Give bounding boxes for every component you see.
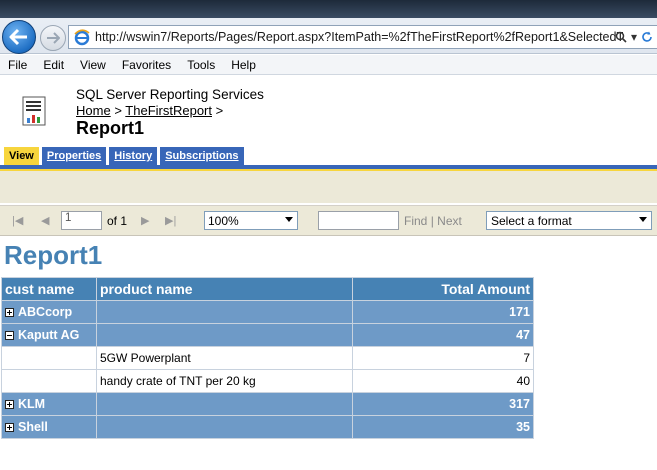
- zoom-value: 100%: [208, 213, 239, 228]
- menu-bar: File Edit View Favorites Tools Help: [0, 55, 657, 75]
- menu-view[interactable]: View: [72, 58, 114, 72]
- report-table: cust name product name Total Amount ABCc…: [1, 277, 534, 439]
- breadcrumb-home-link[interactable]: Home: [76, 103, 111, 118]
- find-links: Find | Next: [404, 214, 462, 228]
- product-cell: handy crate of TNT per 20 kg: [96, 369, 353, 393]
- app-title: SQL Server Reporting Services: [76, 87, 264, 102]
- table-row: 5GW Powerplant 7: [1, 346, 534, 370]
- cust-cell: [1, 346, 97, 370]
- product-cell: [96, 392, 353, 416]
- menu-help[interactable]: Help: [223, 58, 264, 72]
- table-header-row: cust name product name Total Amount: [1, 277, 534, 301]
- menu-favorites[interactable]: Favorites: [114, 58, 179, 72]
- table-row: Shell 35: [1, 415, 534, 439]
- first-page-icon[interactable]: |◀: [12, 214, 23, 227]
- column-header-product-name: product name: [96, 277, 353, 301]
- forward-arrow-icon: [47, 32, 60, 44]
- previous-page-icon[interactable]: ◀: [41, 214, 49, 227]
- export-format-select[interactable]: Select a format: [486, 211, 652, 230]
- product-cell: [96, 300, 353, 324]
- forward-button[interactable]: [40, 25, 66, 51]
- report-icon: [22, 96, 46, 126]
- cust-cell[interactable]: ABCcorp: [1, 300, 97, 324]
- chevron-down-icon: [285, 217, 293, 222]
- find-input[interactable]: [318, 211, 399, 230]
- tab-subscriptions[interactable]: Subscriptions: [160, 147, 244, 165]
- ie-page-icon: [74, 29, 90, 46]
- menu-tools[interactable]: Tools: [179, 58, 223, 72]
- collapse-icon[interactable]: [5, 331, 14, 340]
- zoom-select[interactable]: 100%: [204, 211, 298, 230]
- menu-file[interactable]: File: [0, 58, 35, 72]
- page-number-input[interactable]: 1: [61, 211, 102, 230]
- amount-cell: 40: [352, 369, 534, 393]
- product-cell: [96, 323, 353, 347]
- breadcrumb-separator: >: [215, 103, 224, 118]
- cust-cell: [1, 369, 97, 393]
- product-cell: 5GW Powerplant: [96, 346, 353, 370]
- back-arrow-icon: [9, 28, 27, 46]
- cust-cell[interactable]: KLM: [1, 392, 97, 416]
- tab-view[interactable]: View: [4, 147, 39, 165]
- table-row: handy crate of TNT per 20 kg 40: [1, 369, 534, 393]
- product-cell: [96, 415, 353, 439]
- expand-icon[interactable]: [5, 423, 14, 432]
- next-page-icon[interactable]: ▶: [141, 214, 149, 227]
- tab-properties[interactable]: Properties: [41, 147, 107, 165]
- format-value: Select a format: [491, 213, 572, 228]
- breadcrumb: Home > TheFirstReport >: [76, 103, 223, 118]
- breadcrumb-folder-link[interactable]: TheFirstReport: [125, 103, 212, 118]
- chevron-down-icon: [639, 217, 647, 222]
- column-header-cust-name: cust name: [1, 277, 97, 301]
- last-page-icon[interactable]: ▶|: [165, 214, 176, 227]
- address-bar[interactable]: http://wswin7/Reports/Pages/Report.aspx?…: [68, 25, 657, 49]
- search-icon[interactable]: [615, 31, 627, 43]
- tab-history[interactable]: History: [109, 147, 158, 165]
- back-button[interactable]: [2, 20, 36, 54]
- find-separator: |: [430, 214, 434, 228]
- url-text[interactable]: http://wswin7/Reports/Pages/Report.aspx?…: [95, 30, 623, 44]
- page-count: of 1: [107, 214, 128, 228]
- refresh-icon[interactable]: [641, 31, 653, 43]
- cust-cell[interactable]: Shell: [1, 415, 97, 439]
- tab-strip: View Properties History Subscriptions: [4, 147, 244, 165]
- expand-icon[interactable]: [5, 308, 14, 317]
- cust-name: ABCcorp: [18, 305, 73, 319]
- cust-cell[interactable]: Kaputt AG: [1, 323, 97, 347]
- expand-icon[interactable]: [5, 400, 14, 409]
- page-title: Report1: [76, 118, 145, 138]
- menu-edit[interactable]: Edit: [35, 58, 72, 72]
- cust-name: Kaputt AG: [18, 328, 80, 342]
- amount-cell: 47: [352, 323, 534, 347]
- report-heading: Report1: [4, 240, 103, 270]
- amount-cell: 7: [352, 346, 534, 370]
- dropdown-arrow-icon[interactable]: ▾: [631, 30, 637, 44]
- parameter-area: [0, 171, 657, 203]
- amount-cell: 317: [352, 392, 534, 416]
- find-link[interactable]: Find: [404, 214, 427, 228]
- table-row: ABCcorp 171: [1, 300, 534, 324]
- table-row: KLM 317: [1, 392, 534, 416]
- amount-cell: 171: [352, 300, 534, 324]
- amount-cell: 35: [352, 415, 534, 439]
- next-link[interactable]: Next: [437, 214, 462, 228]
- breadcrumb-separator: >: [114, 103, 122, 118]
- table-row: Kaputt AG 47: [1, 323, 534, 347]
- column-header-total-amount: Total Amount: [352, 277, 534, 301]
- cust-name: KLM: [18, 397, 46, 411]
- window-titlebar: [0, 0, 657, 18]
- cust-name: Shell: [18, 420, 48, 434]
